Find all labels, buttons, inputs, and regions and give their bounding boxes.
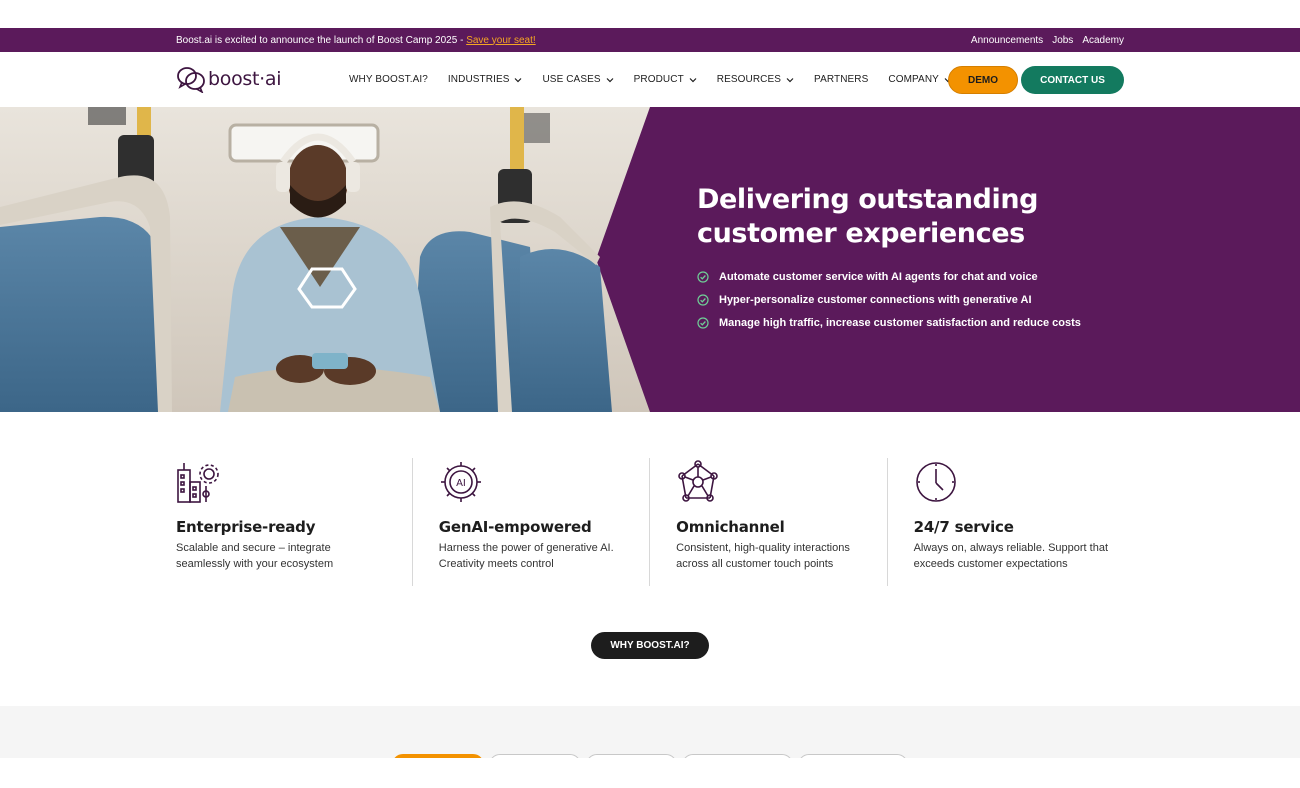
demo-button[interactable]: DEMO (948, 66, 1018, 94)
main-nav: WHY BOOST.AI? INDUSTRIES USE CASES PRODU… (349, 52, 972, 107)
hero-bullet-text: Hyper-personalize customer connections w… (719, 293, 1032, 306)
tab-pill[interactable] (798, 754, 908, 758)
hero-section: Delivering outstanding customer experien… (0, 107, 1300, 412)
feature-text: Harness the power of generative AI. Crea… (438, 542, 614, 570)
hero-content: Delivering outstanding customer experien… (697, 183, 1177, 334)
announcement-bar: Boost.ai is excited to announce the laun… (0, 28, 1300, 52)
hero-title: Delivering outstanding customer experien… (697, 184, 1039, 249)
hero-bullet: Hyper-personalize customer connections w… (697, 288, 1177, 311)
svg-text:AI: AI (456, 478, 466, 489)
logo-chat-icon (177, 67, 205, 93)
logo-text: boost·ai (208, 68, 282, 90)
nav-label: PRODUCT (633, 74, 684, 85)
chevron-down-icon (606, 77, 614, 82)
hero-bullets: Automate customer service with AI agents… (697, 265, 1177, 334)
feature-text: Consistent, high-quality interactions ac… (676, 542, 850, 570)
feature-title: Omnichannel (676, 518, 785, 536)
announcement-text: Boost.ai is excited to announce the laun… (176, 34, 467, 46)
tab-pill[interactable] (586, 754, 677, 758)
features-row: Enterprise-ready Scalable and secure – i… (176, 458, 1124, 586)
chevron-down-icon (515, 77, 522, 82)
save-seat-link[interactable]: Save your seat! (466, 35, 535, 46)
chevron-down-icon (689, 77, 697, 82)
hero-bullet: Automate customer service with AI agents… (697, 265, 1177, 288)
academy-link[interactable]: Academy (1082, 35, 1124, 46)
nav-industries[interactable]: INDUSTRIES (448, 74, 523, 85)
feature-title: GenAI-empowered (438, 518, 592, 536)
nav-why-boost[interactable]: WHY BOOST.AI? (349, 74, 428, 85)
network-icon (678, 460, 718, 502)
ai-chip-icon: AI (440, 462, 481, 502)
nav-resources[interactable]: RESOURCES (717, 74, 794, 85)
feature-title: Enterprise-ready (176, 518, 316, 536)
tab-pill[interactable] (489, 754, 581, 758)
page: Boost.ai is excited to announce the laun… (0, 0, 1300, 788)
feature-omnichannel: Omnichannel Consistent, high-quality int… (649, 458, 886, 586)
tab-pill[interactable] (682, 754, 793, 758)
site-header: boost·ai WHY BOOST.AI? INDUSTRIES USE CA… (0, 52, 1300, 107)
check-circle-icon (697, 293, 709, 306)
nav-label: WHY BOOST.AI? (349, 74, 428, 85)
feature-enterprise: Enterprise-ready Scalable and secure – i… (176, 458, 412, 586)
check-circle-icon (697, 270, 709, 283)
nav-company[interactable]: COMPANY (888, 74, 952, 85)
nav-label: PARTNERS (814, 74, 869, 85)
hero-bullet: Manage high traffic, increase customer s… (697, 311, 1177, 334)
jobs-link[interactable]: Jobs (1052, 35, 1073, 46)
feature-title: 24/7 service (913, 518, 1014, 536)
tabs-section (0, 706, 1300, 758)
clock-icon (915, 462, 956, 502)
nav-label: RESOURCES (716, 74, 782, 85)
feature-24-7: 24/7 service Always on, always reliable.… (886, 458, 1124, 586)
chevron-down-icon (786, 77, 794, 82)
hero-bullet-text: Automate customer service with AI agents… (719, 270, 1038, 283)
feature-text: Always on, always reliable. Support that… (913, 542, 1109, 570)
contact-us-button[interactable]: CONTACT US (1021, 66, 1124, 94)
why-boost-button[interactable]: WHY BOOST.AI? (591, 632, 709, 659)
nav-partners[interactable]: PARTNERS (814, 74, 868, 85)
feature-text: Scalable and secure – integrate seamless… (176, 542, 334, 570)
logo[interactable]: boost·ai (176, 65, 282, 93)
nav-label: USE CASES (542, 74, 601, 85)
nav-label: INDUSTRIES (447, 74, 510, 85)
nav-use-cases[interactable]: USE CASES (542, 74, 614, 85)
tab-pill[interactable] (392, 754, 484, 758)
feature-genai: AI GenAI-empowered Harness the power of … (411, 458, 649, 586)
announcements-link[interactable]: Announcements (971, 35, 1043, 46)
nav-label: COMPANY (888, 74, 939, 85)
hero-bullet-text: Manage high traffic, increase customer s… (719, 316, 1081, 329)
top-links: Announcements Jobs Academy (971, 35, 1124, 46)
check-circle-icon (697, 316, 709, 329)
enterprise-icon (177, 463, 219, 503)
announcement-message: Boost.ai is excited to announce the laun… (176, 35, 536, 46)
nav-product[interactable]: PRODUCT (634, 74, 697, 85)
